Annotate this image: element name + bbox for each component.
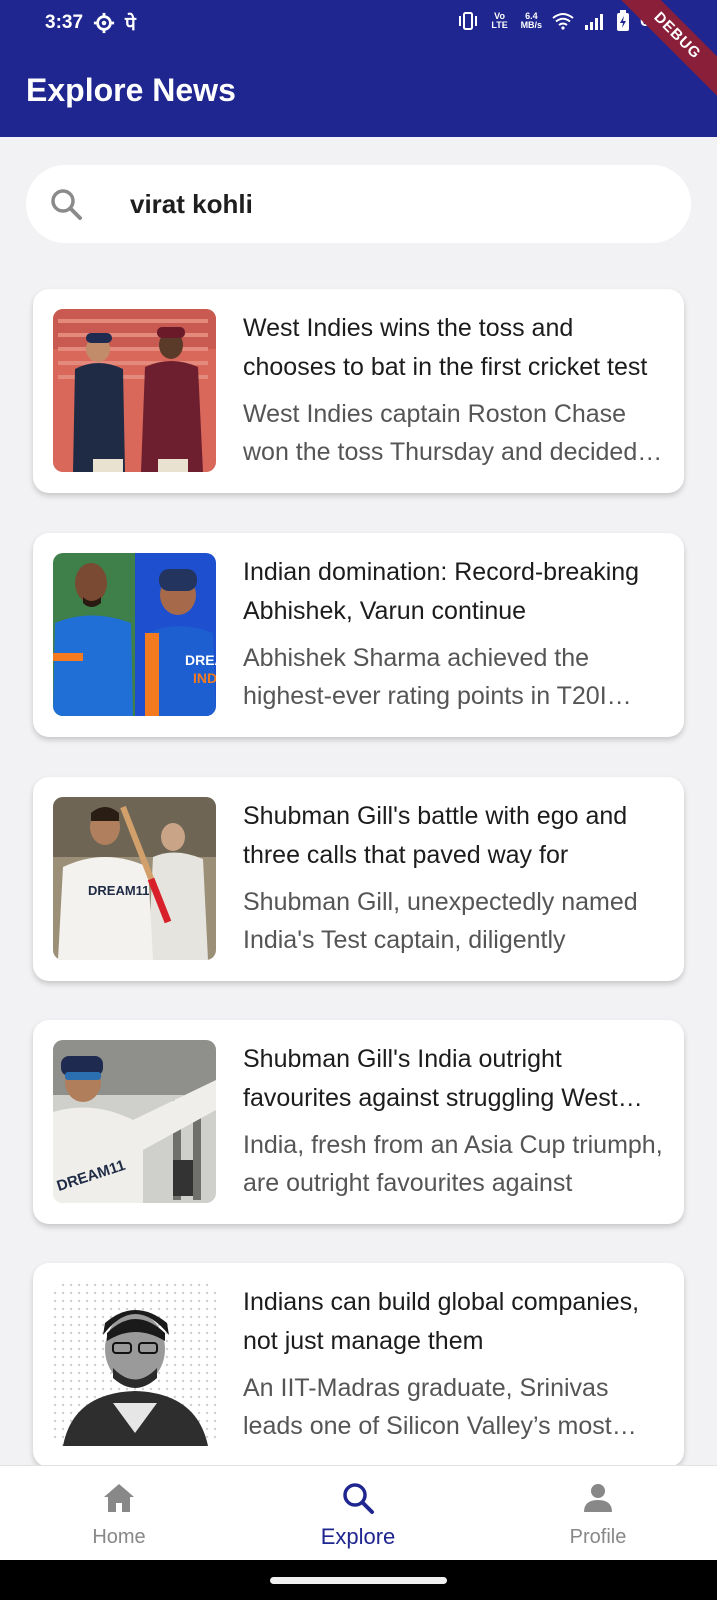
page-title: Explore News bbox=[26, 72, 236, 108]
article-thumbnail: DREA IND bbox=[53, 553, 216, 716]
svg-text:IND: IND bbox=[193, 670, 216, 686]
network-type: Vo LTE bbox=[491, 11, 508, 30]
search-query-text: virat kohli bbox=[130, 189, 253, 219]
system-navigation-bar bbox=[0, 1560, 717, 1600]
news-card[interactable]: DREAM11 Shubman Gill's India outright fa… bbox=[33, 1020, 684, 1224]
article-headline: West Indies wins the toss and chooses to… bbox=[243, 314, 648, 381]
signal-icon bbox=[585, 14, 604, 30]
article-headline: Indian domination: Record-breaking Abhis… bbox=[243, 558, 640, 625]
news-card[interactable]: DREAM11 Shubman Gill's battle with ego a… bbox=[33, 777, 684, 981]
article-summary: Abhishek Sharma achieved the highest-eve… bbox=[243, 644, 607, 710]
status-bar: 3:37 पे Vo LTE 6.4 MB/s bbox=[0, 0, 717, 46]
article-summary: India, fresh from an Asia Cup triumph, a… bbox=[243, 1131, 663, 1197]
article-headline: Shubman Gill's battle with ego and three… bbox=[243, 802, 628, 869]
svg-text:DREA: DREA bbox=[185, 652, 216, 668]
person-icon bbox=[584, 1484, 612, 1512]
svg-text:DREAM11: DREAM11 bbox=[88, 883, 149, 898]
news-card[interactable]: DREA IND Indian domination: Record-break… bbox=[33, 533, 684, 737]
vibrate-icon bbox=[458, 12, 477, 30]
home-gesture-handle[interactable] bbox=[270, 1577, 447, 1584]
article-summary: An IIT-Madras graduate, Srinivas leads o… bbox=[243, 1374, 612, 1440]
status-time: 3:37 bbox=[45, 12, 84, 33]
search-input[interactable]: virat kohli bbox=[26, 165, 691, 243]
nav-label-home: Home bbox=[92, 1526, 146, 1548]
article-thumbnail: DREAM11 bbox=[53, 797, 216, 960]
article-thumbnail: DREAM11 bbox=[53, 1040, 216, 1203]
wifi-icon bbox=[552, 13, 574, 30]
news-card[interactable]: Indians can build global companies, not … bbox=[33, 1263, 684, 1465]
search-icon bbox=[51, 189, 82, 220]
search-icon bbox=[343, 1483, 374, 1514]
nav-item-profile[interactable]: Profile bbox=[508, 1466, 688, 1561]
settings-gear-icon bbox=[93, 12, 115, 34]
data-speed-unit: MB/s bbox=[520, 20, 543, 30]
payment-indicator: पे bbox=[125, 14, 136, 35]
article-headline: Shubman Gill's India outright favourites… bbox=[243, 1045, 618, 1112]
app-bar: 3:37 पे Vo LTE 6.4 MB/s Explore News DEB… bbox=[0, 0, 717, 137]
nav-label-explore: Explore bbox=[320, 1524, 396, 1549]
nav-item-explore[interactable]: Explore bbox=[268, 1466, 448, 1561]
nav-label-profile: Profile bbox=[569, 1526, 627, 1548]
article-summary: West Indies captain Roston Chase won the… bbox=[243, 400, 638, 466]
article-thumbnail bbox=[53, 309, 216, 472]
battery-charging-icon bbox=[617, 10, 630, 31]
home-icon bbox=[104, 1484, 134, 1512]
news-card[interactable]: West Indies wins the toss and chooses to… bbox=[33, 289, 684, 493]
article-thumbnail bbox=[53, 1283, 216, 1446]
article-headline: Indians can build global companies, not … bbox=[243, 1288, 640, 1355]
data-speed: 6.4 MB/s bbox=[521, 12, 543, 30]
article-summary: Shubman Gill, unexpectedly named India's… bbox=[243, 888, 638, 954]
bottom-navigation: Home Explore Profile bbox=[0, 1465, 717, 1560]
nav-item-home[interactable]: Home bbox=[29, 1466, 209, 1561]
